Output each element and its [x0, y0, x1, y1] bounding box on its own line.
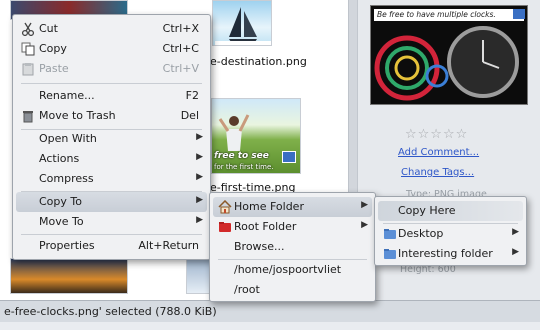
submenu-arrow-icon: ▶ [196, 195, 203, 205]
menu-item-root-folder[interactable]: Root Folder ▶ [213, 217, 372, 237]
desktop-label: Desktop [398, 227, 444, 240]
menu-separator [21, 83, 202, 84]
paste-icon [21, 62, 35, 76]
menu-item-cut[interactable]: Cut Ctrl+X [16, 19, 207, 39]
paste-shortcut: Ctrl+V [162, 62, 199, 75]
file-thumb-first-time[interactable]: free to see for the first time. [211, 98, 301, 174]
menu-item-browse[interactable]: Browse... [213, 237, 372, 257]
rating-stars[interactable]: ☆☆☆☆☆ [405, 127, 468, 142]
copy-label: Copy [39, 42, 67, 55]
add-comment-link[interactable]: Add Comment... [398, 147, 479, 158]
menu-item-move-to[interactable]: Move To ▶ [16, 212, 207, 232]
submenu-arrow-icon: ▶ [196, 152, 203, 162]
paste-label: Paste [39, 62, 69, 75]
context-menu: Cut Ctrl+X Copy Ctrl+C Paste Ctrl+V Rena… [12, 14, 211, 260]
cut-label: Cut [39, 22, 58, 35]
trash-label: Move to Trash [39, 109, 116, 122]
file-name-destination[interactable]: e-destination.png [210, 55, 307, 68]
first-time-banner: free to see [214, 151, 269, 161]
menu-item-copy-here[interactable]: Copy Here [378, 201, 523, 221]
rename-shortcut: F2 [185, 89, 199, 102]
menu-item-home-folder[interactable]: Home Folder ▶ [213, 197, 372, 217]
submenu-arrow-icon: ▶ [512, 247, 519, 257]
root-folder-label: Root Folder [234, 220, 297, 233]
rename-label: Rename... [39, 89, 95, 102]
file-thumb-partial[interactable] [186, 258, 210, 294]
submenu-arrow-icon: ▶ [196, 215, 203, 225]
path-root-label: /root [234, 283, 260, 296]
copy-icon [21, 42, 35, 56]
open-with-label: Open With [39, 132, 97, 145]
copy-here-label: Copy Here [398, 204, 456, 217]
submenu-arrow-icon: ▶ [361, 220, 368, 230]
submenu-arrow-icon: ▶ [512, 227, 519, 237]
menu-item-copy-to[interactable]: Copy To ▶ [16, 192, 207, 212]
submenu-arrow-icon: ▶ [196, 132, 203, 142]
copy-to-label: Copy To [39, 195, 82, 208]
first-time-sub: for the first time. [214, 163, 274, 171]
trash-shortcut: Del [180, 109, 199, 122]
submenu-arrow-icon: ▶ [361, 200, 368, 210]
blue-folder-icon [383, 247, 397, 261]
home-icon [218, 199, 232, 214]
file-thumb-city[interactable] [10, 258, 128, 294]
menu-item-paste[interactable]: Paste Ctrl+V [16, 59, 207, 79]
home-folder-label: Home Folder [234, 200, 304, 213]
menu-item-move-to-trash[interactable]: Move to Trash Del [16, 106, 207, 126]
menu-item-path-home[interactable]: /home/jospoortvliet [213, 260, 372, 280]
actions-label: Actions [39, 152, 80, 165]
scissors-icon [21, 22, 35, 37]
menu-item-compress[interactable]: Compress ▶ [16, 169, 207, 189]
kde-logo-icon [282, 151, 296, 163]
browse-label: Browse... [234, 240, 285, 253]
menu-item-open-with[interactable]: Open With ▶ [16, 129, 207, 149]
menu-item-copy[interactable]: Copy Ctrl+C [16, 39, 207, 59]
move-to-label: Move To [39, 215, 84, 228]
menu-item-desktop[interactable]: Desktop ▶ [378, 224, 523, 244]
change-tags-link[interactable]: Change Tags... [401, 167, 474, 178]
menu-item-interesting-folder[interactable]: Interesting folder ▶ [378, 244, 523, 264]
file-thumb-destination[interactable] [212, 0, 272, 46]
menu-item-path-root[interactable]: /root [213, 280, 372, 300]
menu-separator [21, 234, 202, 235]
preview-kde-logo-icon [513, 9, 525, 19]
copy-shortcut: Ctrl+C [162, 42, 199, 55]
menu-item-properties[interactable]: Properties Alt+Return [16, 236, 207, 256]
compress-label: Compress [39, 172, 94, 185]
home-folder-submenu: Copy Here Desktop ▶ Interesting folder ▶ [374, 196, 527, 266]
menu-item-actions[interactable]: Actions ▶ [16, 149, 207, 169]
menu-item-rename[interactable]: Rename... F2 [16, 86, 207, 106]
copy-to-submenu: Home Folder ▶ Root Folder ▶ Browse... /h… [209, 192, 376, 302]
properties-shortcut: Alt+Return [138, 239, 199, 252]
properties-label: Properties [39, 239, 95, 252]
preview-image: Be free to have multiple clocks. [370, 5, 528, 105]
blue-folder-icon [383, 227, 397, 241]
cut-shortcut: Ctrl+X [162, 22, 199, 35]
trash-icon [21, 109, 35, 123]
submenu-arrow-icon: ▶ [196, 172, 203, 182]
interesting-folder-label: Interesting folder [398, 247, 493, 260]
preview-banner: Be free to have multiple clocks. [374, 9, 524, 21]
red-folder-icon [218, 220, 232, 234]
path-home-label: /home/jospoortvliet [234, 263, 342, 276]
status-bar: e-free-clocks.png' selected (788.0 KiB) [0, 300, 540, 322]
ship-icon [215, 7, 271, 45]
